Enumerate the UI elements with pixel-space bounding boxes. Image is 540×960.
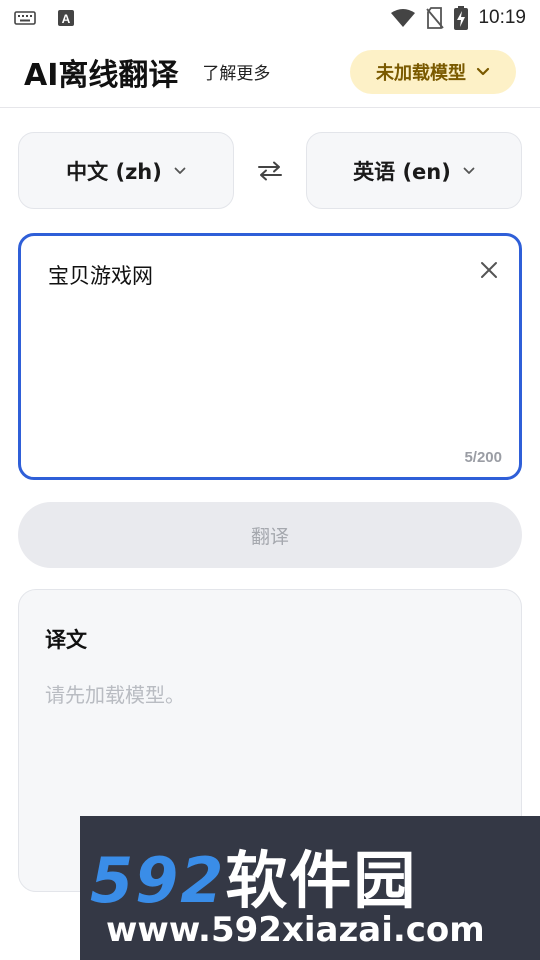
source-language-select[interactable]: 中文 (zh): [18, 132, 234, 209]
status-time: 10:19: [478, 7, 526, 28]
chevron-down-icon: [463, 167, 475, 175]
a-notification-icon: A: [58, 10, 74, 26]
no-sim-icon: [426, 7, 445, 29]
battery-charging-icon: [454, 6, 469, 30]
watermark-url: www.592xiazai.com: [106, 910, 485, 950]
app-title: AI离线翻译: [24, 57, 179, 93]
target-language-select[interactable]: 英语 (en): [306, 132, 522, 209]
learn-more-link[interactable]: 了解更多: [202, 59, 270, 84]
result-title: 译文: [45, 628, 87, 652]
character-count: 5/200: [464, 449, 502, 466]
svg-text:A: A: [62, 12, 71, 26]
site-watermark: 592软件园 www.592xiazai.com: [80, 816, 540, 960]
watermark-digits: 592: [90, 844, 226, 917]
close-icon: [480, 261, 498, 279]
status-bar: A 10:19: [0, 0, 540, 36]
result-placeholder: 请先加载模型。: [45, 683, 185, 707]
app-header: AI离线翻译 了解更多 未加载模型: [0, 36, 540, 108]
model-status-label: 未加载模型: [376, 62, 466, 84]
keyboard-icon: [14, 10, 36, 26]
source-text-box: 宝贝游戏网 5/200: [18, 233, 522, 480]
source-text-input[interactable]: 宝贝游戏网: [48, 260, 448, 410]
translate-button[interactable]: 翻译: [18, 502, 522, 568]
language-row: 中文 (zh) 英语 (en): [18, 132, 522, 209]
target-language-label: 英语 (en): [353, 159, 451, 184]
model-status-button[interactable]: 未加载模型: [350, 49, 516, 94]
clear-input-button[interactable]: [475, 256, 503, 284]
watermark-name: 软件园: [225, 844, 418, 917]
swap-arrows-icon: [257, 161, 283, 181]
chevron-down-icon: [174, 167, 186, 175]
swap-languages-button[interactable]: [234, 132, 306, 209]
chevron-down-icon: [476, 67, 490, 77]
source-language-label: 中文 (zh): [66, 159, 162, 184]
wifi-icon: [390, 8, 416, 28]
watermark-logo: 592软件园: [90, 830, 417, 920]
